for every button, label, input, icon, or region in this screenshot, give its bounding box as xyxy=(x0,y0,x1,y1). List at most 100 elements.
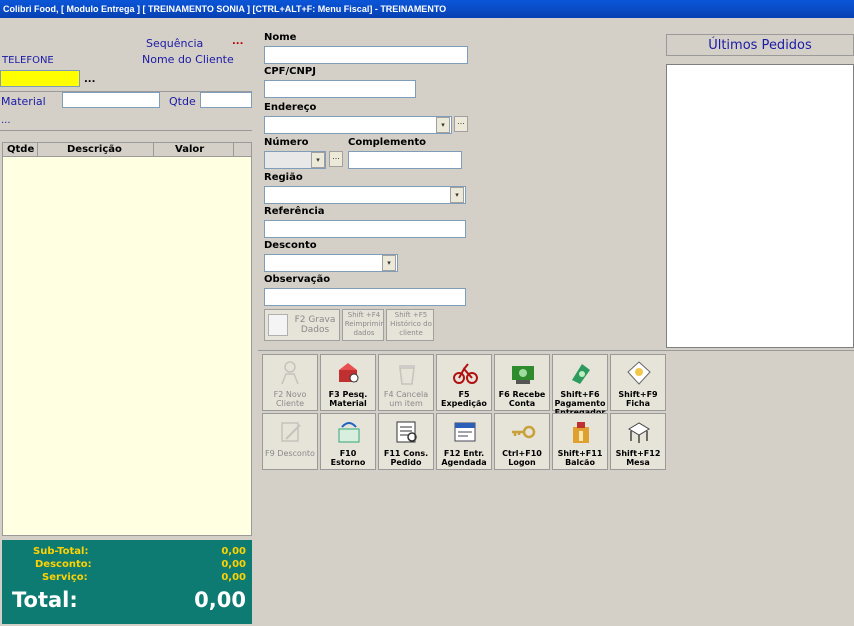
scheduled-icon xyxy=(452,419,478,445)
toolbar-button-label: F2 Novo Cliente xyxy=(273,390,307,408)
toolbar-button-cash[interactable]: F6 Recebe Conta xyxy=(494,354,550,411)
column-divider xyxy=(37,143,38,157)
toolbar-button-table[interactable]: Shift+F12 Mesa xyxy=(610,413,666,470)
historico-button[interactable]: Shift +F5 Histórico do cliente xyxy=(386,309,434,341)
sequencia-label: Sequência xyxy=(146,37,204,50)
telefone-label: TELEFONE xyxy=(2,55,54,66)
referencia-input[interactable] xyxy=(264,220,466,238)
column-header-qtde[interactable]: Qtde xyxy=(7,144,34,155)
desconto-total-label: Desconto: xyxy=(35,559,92,570)
numero-label: Número xyxy=(264,137,309,148)
toolbar-button-order-lookup[interactable]: F11 Cons. Pedido xyxy=(378,413,434,470)
trash-icon xyxy=(394,360,420,386)
toolbar-button-label: Shift+F9 Ficha xyxy=(618,390,658,408)
toolbar-button-scheduled[interactable]: F12 Entr. Agendada xyxy=(436,413,492,470)
toolbar-button-label: F10 Estorno xyxy=(330,449,366,467)
column-header-valor[interactable]: Valor xyxy=(175,144,204,155)
discount-icon xyxy=(278,419,304,445)
material-desc-bar xyxy=(0,111,252,131)
toolbar-button-refund[interactable]: F10 Estorno xyxy=(320,413,376,470)
table-icon xyxy=(626,419,652,445)
save-icon xyxy=(268,314,288,336)
toolbar-button-label: F6 Recebe Conta xyxy=(498,390,546,408)
telefone-input[interactable] xyxy=(0,70,80,87)
order-lookup-icon xyxy=(394,419,420,445)
grava-dados-label: F2 Grava Dados xyxy=(294,315,336,335)
nome-cliente-label: Nome do Cliente xyxy=(142,53,234,66)
regiao-select[interactable] xyxy=(264,186,466,204)
numero-search-button[interactable]: ... xyxy=(329,151,343,167)
grava-dados-button[interactable]: F2 Grava Dados xyxy=(264,309,340,341)
items-list[interactable]: Qtde Descrição Valor xyxy=(2,142,252,536)
divider xyxy=(258,350,854,351)
endereco-search-button[interactable]: ... xyxy=(454,116,468,132)
complemento-input[interactable] xyxy=(348,151,462,169)
material-input[interactable] xyxy=(62,92,160,108)
telefone-search-button[interactable]: ... xyxy=(84,74,95,85)
search-material-icon xyxy=(336,360,362,386)
reimprimir-label: Shift +F4 Reimprimir dados xyxy=(344,311,384,337)
ticket-icon xyxy=(626,360,652,386)
desconto-label: Desconto xyxy=(264,240,317,251)
ultimos-pedidos-title: Últimos Pedidos xyxy=(708,38,812,53)
desconto-select[interactable] xyxy=(264,254,398,272)
toolbar-button-label: F4 Cancela um item xyxy=(383,390,429,408)
totals-panel: Sub-Total: 0,00 Desconto: 0,00 Serviço: … xyxy=(2,540,252,624)
toolbar-button-label: Shift+F12 Mesa xyxy=(615,449,661,467)
toolbar-button-label: F9 Desconto xyxy=(265,449,315,458)
qtde-input[interactable] xyxy=(200,92,252,108)
nome-input[interactable] xyxy=(264,46,468,64)
cpf-input[interactable] xyxy=(264,80,416,98)
payment-icon xyxy=(568,360,594,386)
items-list-header: Qtde Descrição Valor xyxy=(3,143,251,157)
endereco-select[interactable] xyxy=(264,116,452,134)
total-label: Total: xyxy=(12,588,78,612)
material-dots[interactable]: ... xyxy=(1,115,11,126)
bicycle-icon xyxy=(452,360,478,386)
complemento-label: Complemento xyxy=(348,137,426,148)
toolbar-button-counter[interactable]: Shift+F11 Balcão xyxy=(552,413,608,470)
refund-icon xyxy=(336,419,362,445)
toolbar-button-bicycle[interactable]: F5 Expedição xyxy=(436,354,492,411)
observacao-label: Observação xyxy=(264,274,331,285)
toolbar-button-ticket[interactable]: Shift+F9 Ficha xyxy=(610,354,666,411)
desconto-dropdown-icon[interactable]: ▾ xyxy=(382,255,396,271)
ultimos-pedidos-list[interactable] xyxy=(666,64,854,348)
toolbar-button-label: Ctrl+F10 Logon xyxy=(502,449,542,467)
regiao-dropdown-icon[interactable]: ▾ xyxy=(450,187,464,203)
qtde-label: Qtde xyxy=(169,95,196,108)
reimprimir-button[interactable]: Shift +F4 Reimprimir dados xyxy=(342,309,384,341)
toolbar-button-new-client[interactable]: F2 Novo Cliente xyxy=(262,354,318,411)
nome-label: Nome xyxy=(264,32,297,43)
servico-value: 0,00 xyxy=(221,572,246,583)
cpf-label: CPF/CNPJ xyxy=(264,66,316,77)
counter-icon xyxy=(568,419,594,445)
toolbar-button-trash[interactable]: F4 Cancela um item xyxy=(378,354,434,411)
window-title: Colibri Food, [ Modulo Entrega ] [ TREIN… xyxy=(0,0,854,18)
column-divider xyxy=(233,143,234,157)
toolbar-button-payment[interactable]: Shift+F6 Pagamento Entregador xyxy=(552,354,608,417)
endereco-label: Endereço xyxy=(264,102,317,113)
toolbar-button-label: F5 Expedição xyxy=(441,390,487,408)
sequencia-dots[interactable]: ... xyxy=(232,36,243,47)
referencia-label: Referência xyxy=(264,206,325,217)
column-header-descricao[interactable]: Descrição xyxy=(67,144,122,155)
key-icon xyxy=(510,419,536,445)
subtotal-label: Sub-Total: xyxy=(33,546,89,557)
endereco-dropdown-icon[interactable]: ▾ xyxy=(436,117,450,133)
numero-dropdown-icon[interactable]: ▾ xyxy=(311,152,325,168)
toolbar-button-key[interactable]: Ctrl+F10 Logon xyxy=(494,413,550,470)
cash-icon xyxy=(510,360,536,386)
historico-label: Shift +F5 Histórico do cliente xyxy=(390,311,432,337)
column-divider xyxy=(153,143,154,157)
toolbar-button-label: F12 Entr. Agendada xyxy=(441,449,487,467)
new-client-icon xyxy=(278,360,304,386)
toolbar-button-search-material[interactable]: F3 Pesq. Material xyxy=(320,354,376,411)
observacao-input[interactable] xyxy=(264,288,466,306)
toolbar-button-discount[interactable]: F9 Desconto xyxy=(262,413,318,470)
toolbar-button-label: F3 Pesq. Material xyxy=(328,390,368,408)
toolbar-button-label: Shift+F11 Balcão xyxy=(557,449,603,467)
ultimos-pedidos-header: Últimos Pedidos xyxy=(666,34,854,56)
servico-label: Serviço: xyxy=(42,572,88,583)
toolbar-button-label: F11 Cons. Pedido xyxy=(383,449,429,467)
